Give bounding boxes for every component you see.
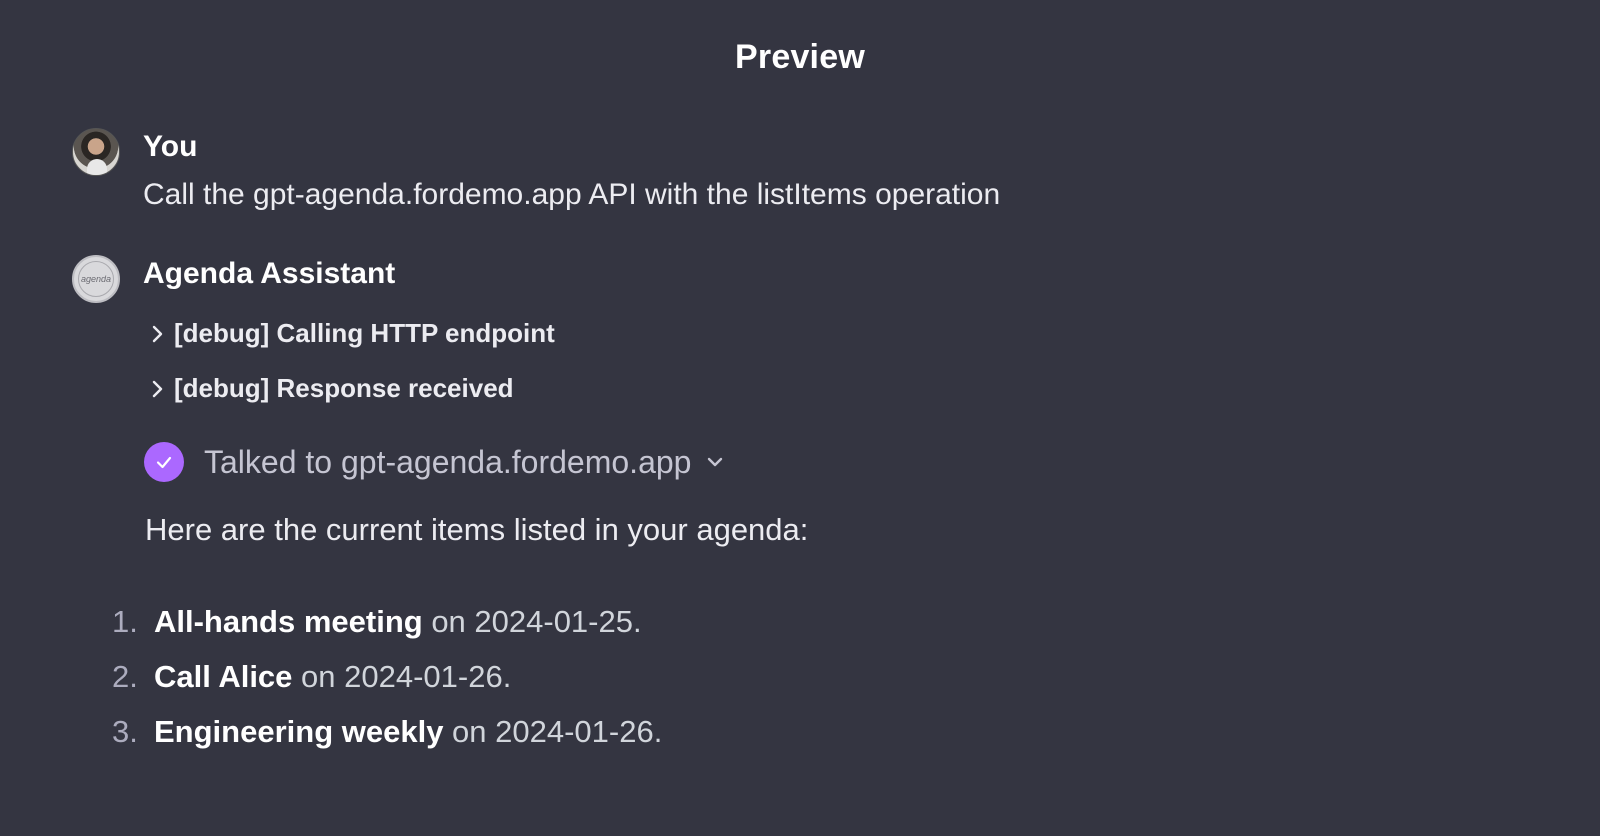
list-item-number: 3. [112,714,138,749]
list-item-date: on 2024-01-26. [292,659,512,694]
debug-row-calling[interactable]: [debug] Calling HTTP endpoint [150,318,555,349]
assistant-avatar: agenda [72,255,120,303]
chevron-right-icon [152,325,163,342]
page-title: Preview [735,38,865,76]
list-item-title: Call Alice [154,659,293,694]
user-avatar [72,128,120,176]
chevron-right-icon [152,380,163,397]
agenda-logo-text: agenda [80,274,112,284]
list-item: 1. All-hands meeting on 2024-01-25. [112,604,662,659]
tool-status-toggle[interactable]: Talked to gpt-agenda.fordemo.app [144,442,725,482]
debug-row-label: [debug] Response received [174,373,514,403]
tool-status-label: Talked to gpt-agenda.fordemo.app [204,443,692,480]
list-item-title: All-hands meeting [154,604,423,639]
list-item-title: Engineering weekly [154,714,444,749]
assistant-sender-name: Agenda Assistant [143,257,396,290]
assistant-intro-text: Here are the current items listed in you… [145,512,809,547]
check-icon [144,442,184,482]
list-item-number: 1. [112,604,138,639]
list-item-date: on 2024-01-26. [443,714,663,749]
agenda-list: 1. All-hands meeting on 2024-01-25. 2. C… [112,604,662,769]
list-item-number: 2. [112,659,138,694]
list-item-date: on 2024-01-25. [422,604,642,639]
chevron-down-icon [708,457,723,467]
debug-row-response[interactable]: [debug] Response received [150,373,514,404]
debug-row-label: [debug] Calling HTTP endpoint [174,318,555,348]
agenda-logo-ring: agenda [78,261,114,297]
list-item: 2. Call Alice on 2024-01-26. [112,659,662,714]
list-item: 3. Engineering weekly on 2024-01-26. [112,714,662,769]
user-sender-name: You [143,130,198,163]
user-message-text: Call the gpt-agenda.fordemo.app API with… [143,178,1001,211]
